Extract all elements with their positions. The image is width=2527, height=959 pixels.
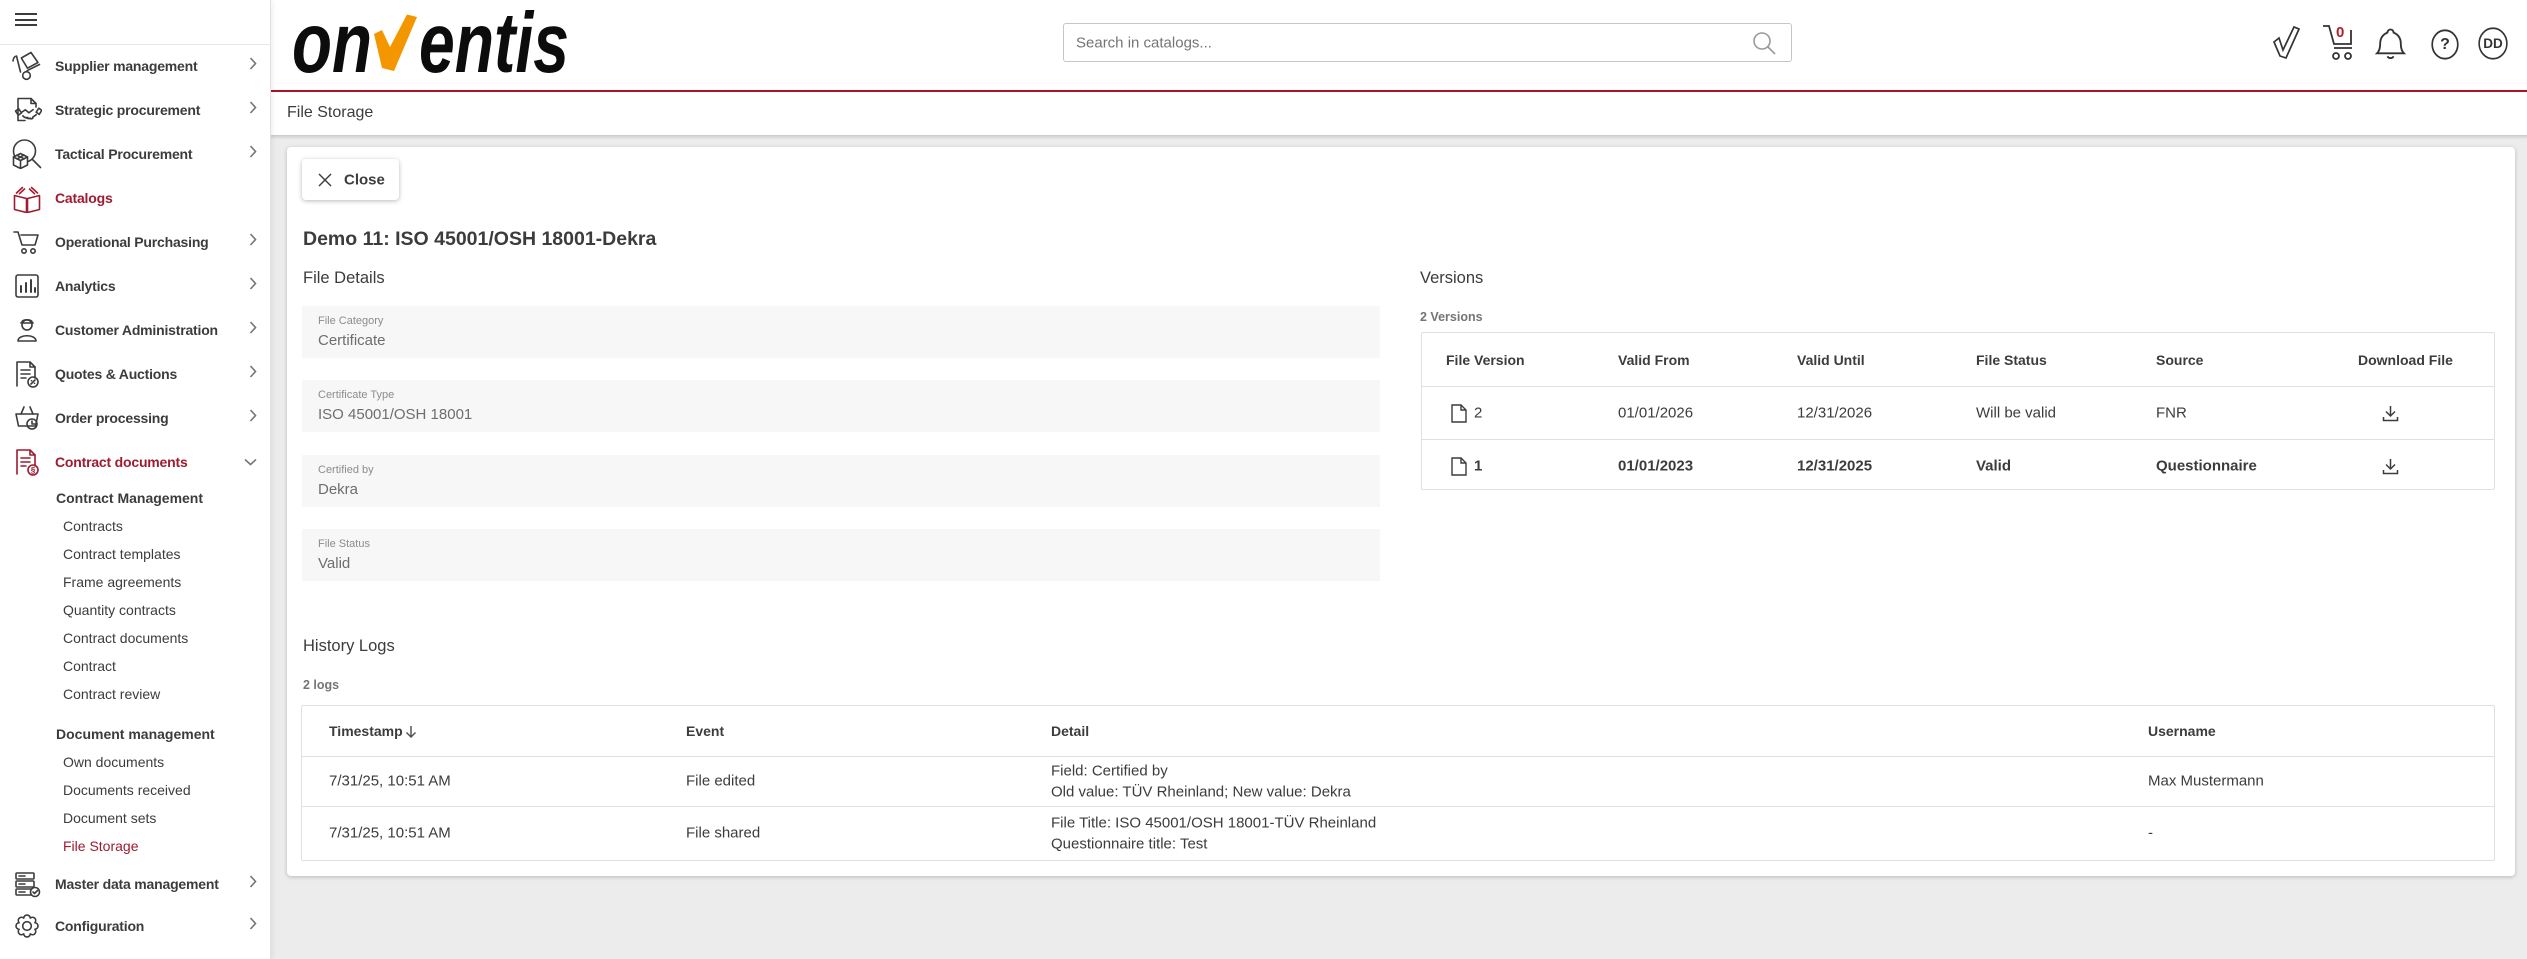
svg-text:entis: entis (419, 9, 569, 75)
svg-text:§: § (31, 466, 35, 475)
svg-text:on: on (292, 9, 372, 75)
